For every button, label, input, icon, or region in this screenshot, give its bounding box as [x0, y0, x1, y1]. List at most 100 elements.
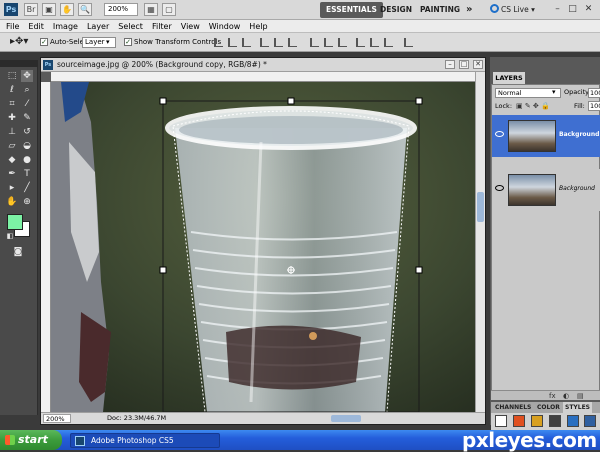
marquee-tool-icon[interactable]: ⬚ [6, 70, 18, 82]
move-tool-preset-icon[interactable]: ▸✥▾ [10, 36, 28, 48]
taskbar-photoshop-button[interactable]: Adobe Photoshop CS5 [70, 433, 220, 448]
vertical-scrollbar-thumb[interactable] [477, 192, 484, 222]
line-tool-icon[interactable]: ╱ [21, 182, 33, 194]
auto-select-checkbox[interactable]: ✓ [40, 38, 48, 46]
workspace-painting[interactable]: PAINTING [414, 2, 466, 18]
menu-layer[interactable]: Layer [87, 20, 109, 32]
hand-view-icon[interactable]: ✋ [60, 3, 74, 16]
tab-styles[interactable]: STYLES [563, 402, 593, 413]
distribute-bottom-icon[interactable] [338, 38, 347, 47]
align-right-icon[interactable] [288, 38, 297, 47]
zoom-level-field[interactable]: 200% [104, 3, 138, 16]
align-bottom-icon[interactable] [242, 38, 251, 47]
show-transform-checkbox[interactable]: ✓ [124, 38, 132, 46]
paint-bucket-tool-icon[interactable]: ◒ [21, 140, 33, 152]
minimize-icon[interactable]: – [552, 4, 563, 15]
chevron-down-icon[interactable]: ▾ [106, 38, 110, 47]
menu-view[interactable]: View [181, 20, 200, 32]
screen-mode-icon[interactable]: ▢ [162, 3, 176, 16]
quick-mask-icon[interactable]: ◙ [12, 246, 24, 258]
crop-tool-icon[interactable]: ⌗ [6, 98, 18, 110]
dodge-tool-icon[interactable]: ● [21, 154, 33, 166]
layer-row-background-copy[interactable]: Background copy [492, 115, 600, 157]
mask-icon[interactable]: ◐ [563, 391, 569, 401]
menu-file[interactable]: File [6, 20, 19, 32]
lock-options-icons[interactable]: ▣ ✎ ✥ 🔒 [516, 102, 550, 111]
auto-align-layers-icon[interactable] [404, 38, 413, 47]
style-swatch[interactable] [513, 415, 525, 427]
cs-live-menu[interactable]: CS Live ▾ [490, 3, 535, 16]
healing-brush-tool-icon[interactable]: ✚ [6, 112, 18, 124]
chevron-down-icon[interactable]: ▾ [552, 88, 556, 97]
maximize-icon[interactable]: □ [567, 4, 578, 15]
mini-bridge-icon[interactable]: ▣ [42, 3, 56, 16]
doc-minimize-icon[interactable]: – [445, 60, 455, 69]
menu-filter[interactable]: Filter [152, 20, 172, 32]
status-zoom-field[interactable]: 200% [43, 414, 71, 423]
distribute-horizontal-center-icon[interactable] [370, 38, 379, 47]
align-vertical-center-icon[interactable] [228, 38, 237, 47]
path-selection-tool-icon[interactable]: ▸ [6, 182, 18, 194]
zoom-tool-2-icon[interactable]: ⊕ [21, 196, 33, 208]
eraser-tool-icon[interactable]: ▱ [6, 140, 18, 152]
document-size-readout[interactable]: Doc: 23.3M/46.7M [107, 414, 166, 423]
style-swatch[interactable] [549, 415, 561, 427]
workspace-design[interactable]: DESIGN [374, 2, 418, 18]
hand-tool-icon[interactable]: ✋ [6, 196, 18, 208]
fx-icon[interactable]: fx [549, 391, 556, 401]
layer-row-background[interactable]: Background [492, 169, 600, 211]
tab-layers[interactable]: LAYERS [493, 72, 525, 84]
style-swatch[interactable] [531, 415, 543, 427]
new-layer-icon[interactable]: ▤ [577, 391, 584, 401]
menu-edit[interactable]: Edit [28, 20, 44, 32]
doc-restore-icon[interactable]: □ [459, 60, 469, 69]
fill-input[interactable]: 100 [588, 101, 600, 111]
zoom-tool-icon[interactable]: ⌕ [21, 84, 33, 96]
horizontal-scrollbar-thumb[interactable] [331, 415, 361, 422]
align-horizontal-center-icon[interactable] [274, 38, 283, 47]
pen-tool-icon[interactable]: ✒ [6, 168, 18, 180]
tab-color[interactable]: COLOR [535, 402, 562, 413]
distribute-right-icon[interactable] [384, 38, 393, 47]
default-colors-icon[interactable]: ◧ [4, 230, 16, 242]
lasso-tool-icon[interactable]: ℓ [6, 84, 18, 96]
blur-tool-icon[interactable]: ◆ [6, 154, 18, 166]
menu-help[interactable]: Help [249, 20, 267, 32]
close-icon[interactable]: ✕ [583, 4, 594, 15]
opacity-input[interactable]: 100 [588, 88, 600, 98]
type-tool-icon[interactable]: T [21, 168, 33, 180]
distribute-vertical-center-icon[interactable] [324, 38, 333, 47]
arrange-documents-icon[interactable]: ▦ [144, 3, 158, 16]
vertical-ruler[interactable] [41, 82, 51, 412]
bridge-icon[interactable]: Br [24, 3, 38, 16]
doc-close-icon[interactable]: ✕ [473, 60, 483, 69]
history-brush-tool-icon[interactable]: ↺ [21, 126, 33, 138]
horizontal-ruler[interactable] [51, 72, 475, 82]
style-swatch[interactable] [567, 415, 579, 427]
eye-icon[interactable] [495, 131, 504, 137]
align-top-icon[interactable] [214, 38, 223, 47]
menu-window[interactable]: Window [209, 20, 241, 32]
align-left-icon[interactable] [260, 38, 269, 47]
menu-image[interactable]: Image [53, 20, 78, 32]
distribute-top-icon[interactable] [310, 38, 319, 47]
workspace-more-button[interactable]: » [460, 2, 478, 18]
brush-tool-icon[interactable]: ✎ [21, 112, 33, 124]
tab-channels[interactable]: CHANNELS [493, 402, 533, 413]
start-button[interactable]: start [0, 430, 62, 450]
eyedropper-tool-icon[interactable]: ⁄ [21, 98, 33, 110]
distribute-left-icon[interactable] [356, 38, 365, 47]
style-swatch[interactable] [584, 415, 596, 427]
move-tool-icon[interactable]: ✥ [21, 70, 33, 82]
foreground-color-swatch[interactable] [7, 214, 23, 230]
clone-stamp-tool-icon[interactable]: ⊥ [6, 126, 18, 138]
vertical-scrollbar[interactable] [475, 72, 485, 412]
tools-panel-header[interactable] [0, 60, 38, 67]
zoom-view-icon[interactable]: 🔍 [78, 3, 92, 16]
menu-select[interactable]: Select [118, 20, 143, 32]
document-tab[interactable]: Ps sourceimage.jpg @ 200% (Background co… [41, 58, 485, 72]
style-swatch-none[interactable] [495, 415, 507, 427]
eye-icon[interactable] [495, 185, 504, 191]
auto-select-target-select[interactable]: Layer [82, 37, 116, 48]
image-canvas[interactable] [51, 82, 475, 412]
